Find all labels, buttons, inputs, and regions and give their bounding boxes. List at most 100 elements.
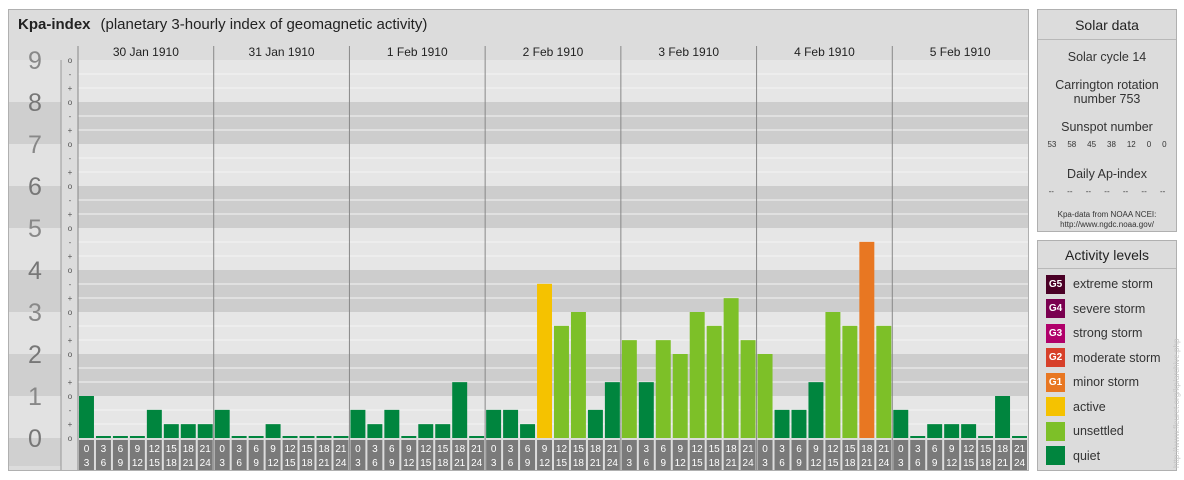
activity-level-item: active [1046, 397, 1106, 416]
y-tick-label: 4 [28, 257, 42, 285]
kp-bar [1012, 436, 1027, 438]
interval-start-label: 9 [813, 444, 819, 455]
sunspot-value: 45 [1087, 140, 1097, 149]
y-minor-tick-label: + [68, 84, 73, 93]
interval-end-label: 9 [796, 458, 802, 469]
activity-level-label: active [1073, 399, 1106, 414]
vertical-credit: http://www.fleuret.org/kp/archive.php [1172, 260, 1182, 470]
y-minor-tick-label: + [68, 210, 73, 219]
kp-bar [214, 409, 230, 438]
y-minor-tick-label: - [69, 112, 72, 121]
interval-start-label: 15 [573, 444, 585, 455]
activity-level-label: quiet [1073, 448, 1101, 463]
kp-bar [723, 298, 739, 438]
y-tick-label: 2 [28, 341, 42, 369]
interval-end-label: 6 [236, 458, 242, 469]
interval-start-label: 9 [542, 444, 548, 455]
interval-start-label: 9 [406, 444, 412, 455]
y-minor-tick-label: + [68, 336, 73, 345]
interval-end-label: 9 [253, 458, 259, 469]
kp-bar [995, 396, 1011, 438]
interval-end-label: 24 [607, 458, 619, 469]
y-minor-tick-label: - [69, 154, 72, 163]
activity-level-item: G4 severe storm [1046, 299, 1145, 318]
interval-end-label: 24 [471, 458, 483, 469]
kp-bar [520, 424, 536, 438]
activity-level-swatch: G2 [1046, 348, 1065, 367]
interval-end-label: 18 [980, 458, 992, 469]
interval-start-label: 21 [471, 444, 483, 455]
kp-bar [163, 424, 179, 438]
kp-bar [859, 241, 875, 438]
plot-band [78, 102, 1028, 144]
activity-level-label: minor storm [1073, 375, 1139, 389]
kp-bar [401, 436, 417, 438]
carrington-rotation: Carrington rotation number 753 [1038, 78, 1176, 106]
kp-bar [655, 340, 671, 438]
interval-end-label: 24 [878, 458, 890, 469]
activity-level-item: G5 extreme storm [1046, 274, 1153, 294]
ap-value: -- [1048, 187, 1054, 196]
kp-bar [604, 382, 620, 438]
kp-bar [231, 436, 247, 438]
ap-value: -- [1122, 187, 1129, 196]
activity-level-label: unsettled [1073, 424, 1124, 438]
kp-bar [316, 436, 332, 438]
credit-url[interactable]: http://www.ngdc.noaa.gov/ [1038, 220, 1176, 230]
interval-end-label: 18 [301, 458, 313, 469]
y-minor-tick-label: + [68, 378, 73, 387]
kp-bar [808, 382, 824, 438]
activity-level-item: quiet [1046, 446, 1101, 465]
interval-end-label: 21 [183, 458, 195, 469]
interval-start-label: 12 [420, 444, 432, 455]
y-minor-tick-label: + [68, 294, 73, 303]
interval-end-label: 24 [200, 458, 212, 469]
interval-start-label: 0 [762, 444, 768, 455]
interval-start-label: 6 [660, 444, 666, 455]
kp-bar [825, 312, 841, 438]
interval-end-label: 21 [454, 458, 466, 469]
interval-start-label: 9 [135, 444, 141, 455]
interval-end-label: 18 [437, 458, 449, 469]
activity-level-swatch [1046, 446, 1065, 465]
plot-band [78, 270, 1028, 312]
interval-start-label: 9 [949, 444, 955, 455]
interval-start-label: 18 [997, 444, 1009, 455]
y-minor-tick-label: o [68, 266, 73, 275]
interval-end-label: 15 [284, 458, 296, 469]
sunspot-value: 0 [1146, 140, 1152, 149]
activity-level-item: unsettled [1046, 421, 1124, 441]
plot-band [78, 228, 1028, 270]
interval-end-label: 15 [692, 458, 704, 469]
solar-cycle: Solar cycle 14 [1067, 50, 1147, 64]
interval-end-label: 9 [389, 458, 395, 469]
kp-bar [112, 436, 128, 438]
vertical-credit-text[interactable]: http://www.fleuret.org/kp/archive.php [1172, 260, 1181, 468]
kp-bar [757, 354, 773, 438]
activity-level-item: G3 strong storm [1046, 323, 1142, 343]
sunspot-values: 53 58 45 38 12 0 0 [1042, 140, 1172, 149]
activity-level-swatch: G5 [1046, 274, 1065, 294]
interval-start-label: 15 [437, 444, 449, 455]
kp-bar [570, 312, 586, 438]
interval-end-label: 9 [525, 458, 531, 469]
ap-value: -- [1104, 187, 1110, 196]
activity-level-swatch [1046, 421, 1065, 441]
kp-bar [197, 424, 213, 438]
kpa-chart: 0123456789o+-o+-o+-o+-o+-o+-o+-o+-o+-o30… [9, 45, 1028, 470]
plot-band [78, 186, 1028, 228]
kp-bar [554, 325, 569, 438]
kp-bar [791, 409, 807, 438]
sunspot-value: 58 [1067, 140, 1077, 149]
y-tick-label: 8 [28, 89, 42, 117]
kp-bar [587, 409, 603, 438]
y-minor-tick-label: - [69, 406, 72, 415]
interval-start-label: 21 [335, 444, 347, 455]
interval-start-label: 15 [301, 444, 313, 455]
kp-bar [350, 409, 366, 438]
interval-start-label: 0 [355, 444, 361, 455]
interval-end-label: 3 [491, 458, 497, 469]
kp-bar [689, 312, 705, 438]
kp-bar [435, 424, 451, 438]
y-tick-label: 6 [28, 173, 42, 201]
